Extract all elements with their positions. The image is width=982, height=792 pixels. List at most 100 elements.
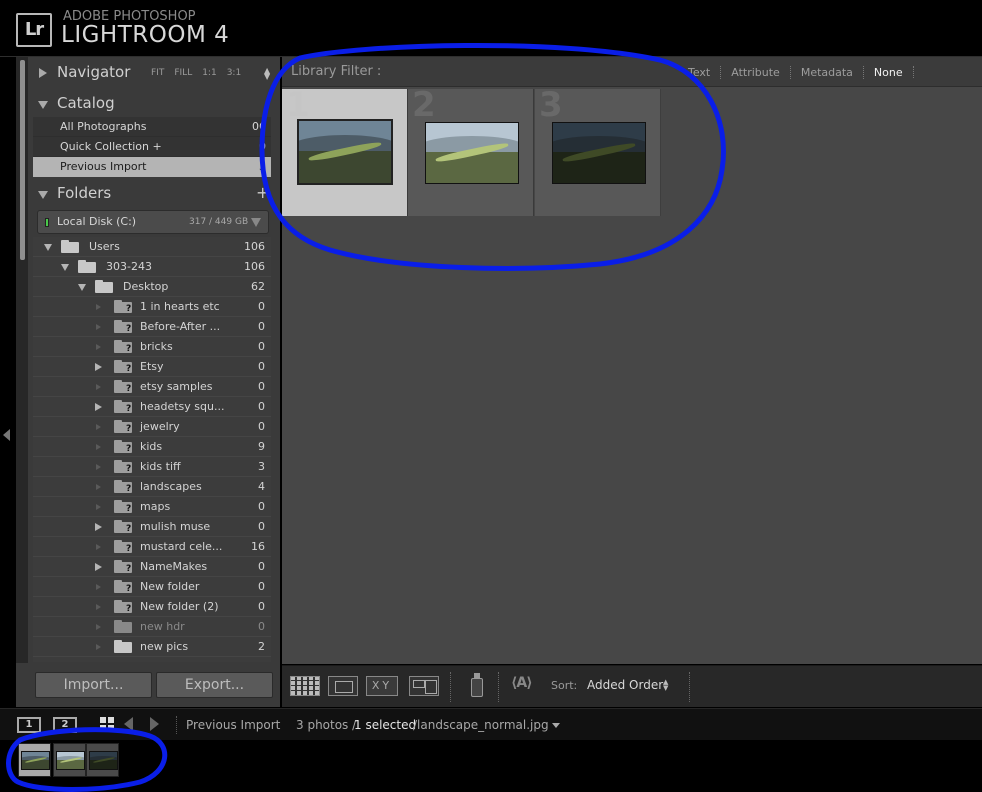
catalog-header[interactable]: Catalog [30,90,280,118]
filmstrip-cell[interactable] [53,743,86,777]
catalog-item-label: Previous Import [60,160,147,173]
main-window-button[interactable]: 1 [17,717,41,733]
folder-row[interactable]: ? kids tiff 3 [33,457,271,477]
filter-none[interactable]: None [862,66,913,79]
disclosure-icon[interactable] [78,284,86,291]
forward-arrow-icon[interactable] [150,717,159,731]
folder-row[interactable]: new hdr 0 [33,617,271,637]
disclosure-icon [96,644,101,650]
folder-row[interactable]: ? headetsy squ... 0 [33,397,271,417]
plus-icon[interactable]: + [256,183,269,202]
folder-row[interactable]: ? Before-After ... 0 [33,317,271,337]
zoom-fill[interactable]: FILL [174,68,192,78]
survey-view-icon[interactable] [409,676,439,696]
folders-title: Folders [57,184,112,202]
disclosure-icon[interactable] [44,244,52,251]
grid-cell[interactable]: 1 [282,85,408,216]
disclosure-icon[interactable] [61,264,69,271]
filmstrip-thumbnail[interactable] [56,751,85,770]
filter-text[interactable]: Text [678,66,720,79]
folder-row[interactable]: ? mulish muse 0 [33,517,271,537]
collapse-icon[interactable] [38,191,48,199]
folder-row[interactable]: Desktop 62 [33,277,271,297]
collapse-left-icon[interactable] [3,429,10,441]
folders-header[interactable]: Folders [30,180,280,208]
secondary-window-button[interactable]: 2 [53,717,77,733]
grid-cell[interactable]: 3 [535,85,661,216]
export-button[interactable]: Export... [156,672,273,698]
folder-row[interactable]: 303-243 106 [33,257,271,277]
selected-filename: /landscape_normal.jpg [413,718,549,732]
folder-row[interactable]: ? kids 9 [33,437,271,457]
toolbar-divider [498,672,499,702]
sort-order-select[interactable]: Added Order [587,678,663,692]
volume-local-disk[interactable]: Local Disk (C:) 317 / 449 GB [37,210,269,234]
left-panel-scroll-thumb[interactable] [20,60,25,260]
painter-spray-can-icon[interactable] [471,673,483,697]
folder-row[interactable]: ? jewelry 0 [33,417,271,437]
disclosure-icon [96,484,101,490]
expand-icon[interactable] [39,68,47,78]
filmstrip-cell[interactable] [86,743,119,777]
grid-cell[interactable]: 2 [408,85,534,216]
grid-icon[interactable] [100,717,114,731]
photo-count: 3 photos / [296,718,357,732]
stepper-icon[interactable]: ▲ ▼ [264,67,270,81]
catalog-item-quick-collection[interactable]: Quick Collection + 0 [33,137,271,157]
folder-row[interactable]: ? New folder (2) 0 [33,597,271,617]
folder-row[interactable]: ? NameMakes 0 [33,557,271,577]
filmstrip [0,741,982,792]
disclosure-icon[interactable] [95,403,102,411]
folder-name: jewelry [140,420,180,433]
folder-row[interactable]: ? Etsy 0 [33,357,271,377]
sort-direction-icon[interactable]: ⟨A⟩ [511,675,533,691]
stepper-icon[interactable]: ▲ ▼ [663,679,668,692]
filter-attribute[interactable]: Attribute [720,66,790,79]
folder-row[interactable]: new pics 2 [33,637,271,657]
folder-name: headetsy squ... [140,400,225,413]
folder-row[interactable]: ? mustard cele... 16 [33,537,271,557]
filmstrip-thumbnail[interactable] [21,751,50,770]
folder-name: etsy samples [140,380,213,393]
zoom-1-1[interactable]: 1:1 [202,68,216,78]
filmstrip-source[interactable]: Previous Import [186,718,280,732]
catalog-item-previous-import[interactable]: Previous Import 3 [33,157,271,177]
navigator-header[interactable]: Navigator FIT FILL 1:1 3:1 ▲ ▼ [30,59,280,87]
folder-count: 4 [258,480,265,493]
missing-folder-icon: ? [114,600,132,614]
filmstrip-thumbnail[interactable] [89,751,118,770]
zoom-fit[interactable]: FIT [151,68,164,78]
photo-thumbnail[interactable] [297,119,393,185]
collapse-icon[interactable] [38,101,48,109]
disclosure-icon[interactable] [95,523,102,531]
loupe-view-icon[interactable] [328,676,358,696]
compare-view-button[interactable]: XY [366,676,398,696]
cell-index: 2 [412,85,436,125]
folder-row[interactable]: ? 1 in hearts etc 0 [33,297,271,317]
back-arrow-icon[interactable] [124,717,133,731]
folder-row[interactable]: ? maps 0 [33,497,271,517]
folder-row[interactable]: ? bricks 0 [33,337,271,357]
folder-row[interactable]: Users 106 [33,237,271,257]
folder-row[interactable]: ? etsy samples 0 [33,377,271,397]
folder-count: 0 [258,520,265,533]
folder-count: 0 [258,600,265,613]
zoom-3-1[interactable]: 3:1 [227,68,241,78]
import-button[interactable]: Import... [35,672,152,698]
folder-icon [95,280,113,293]
disclosure-icon[interactable] [95,363,102,371]
disclosure-icon[interactable] [95,563,102,571]
folder-row[interactable]: ? landscapes 4 [33,477,271,497]
catalog-item-all-photographs[interactable]: All Photographs 06 [33,117,271,137]
filter-metadata[interactable]: Metadata [789,66,863,79]
folder-row[interactable]: ? New folder 0 [33,577,271,597]
volume-dropdown-icon[interactable] [251,218,261,227]
photo-thumbnail[interactable] [552,122,646,184]
folder-icon [78,260,96,273]
chevron-down-icon[interactable] [552,723,560,728]
left-panel-toggle-strip[interactable] [0,57,15,707]
filmstrip-cell[interactable] [18,743,51,777]
missing-folder-icon: ? [114,520,132,534]
grid-view-icon[interactable] [290,676,320,696]
photo-thumbnail[interactable] [425,122,519,184]
